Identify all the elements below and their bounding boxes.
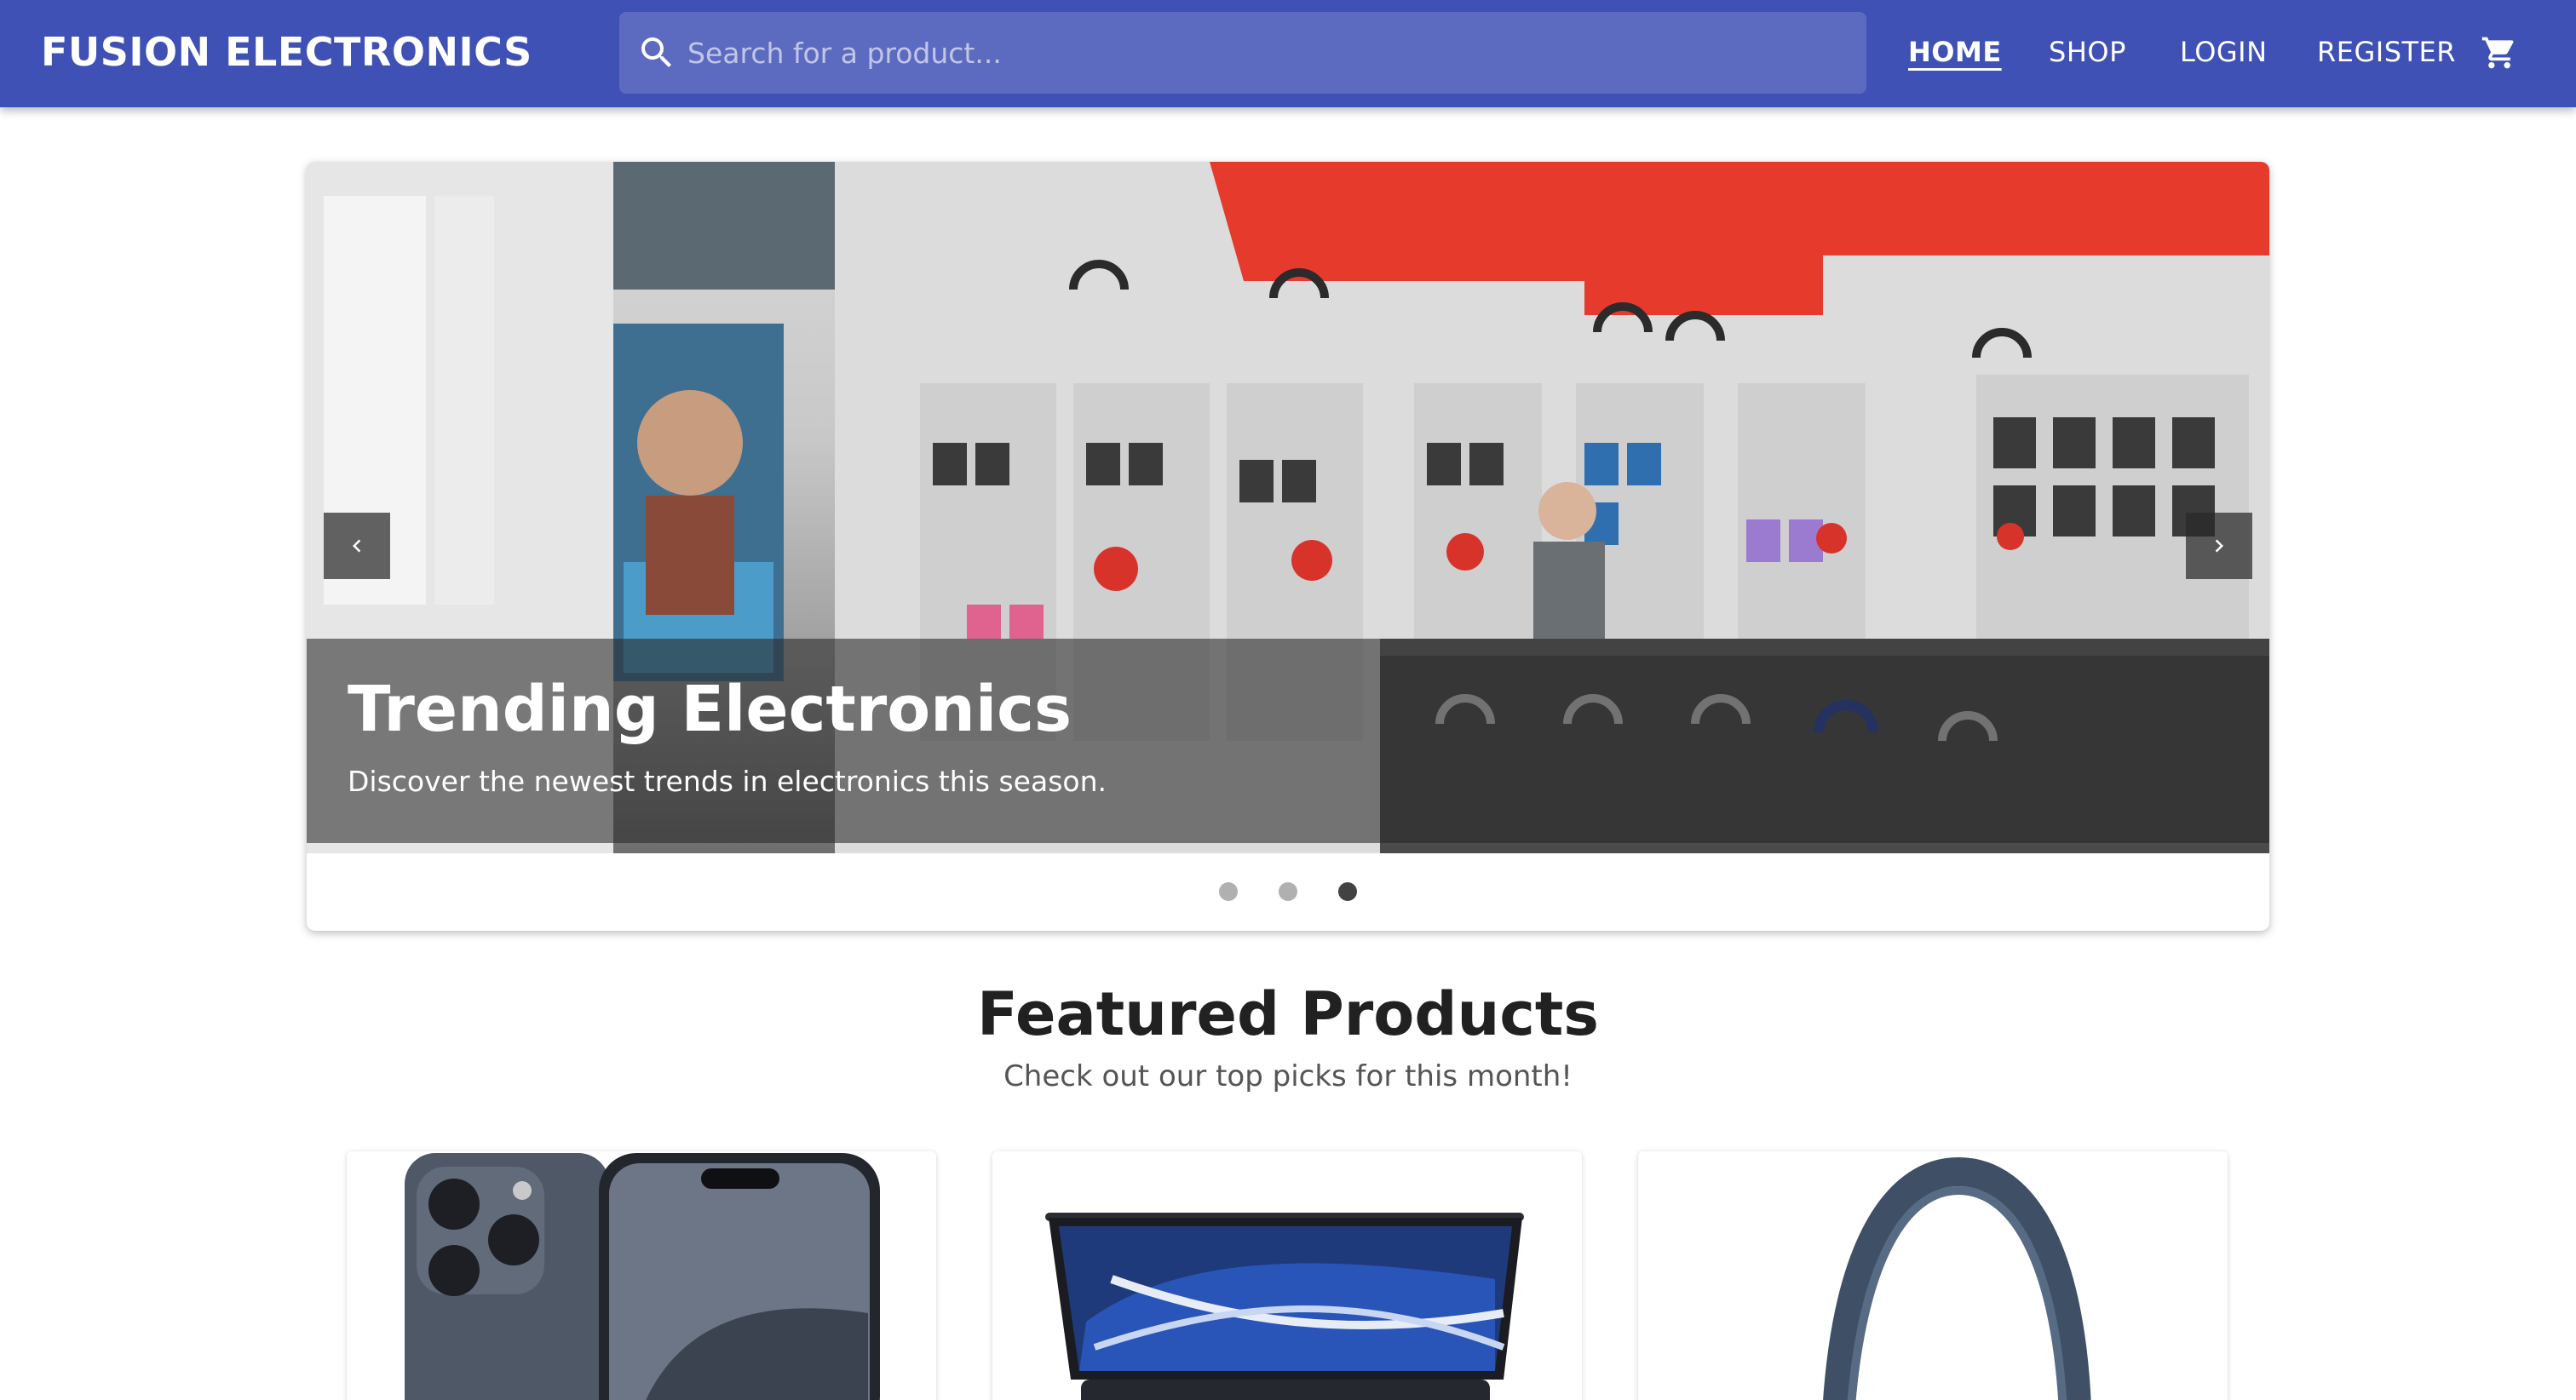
slide-description: Discover the newest trends in electronic… — [348, 765, 1107, 798]
nav-register-link[interactable]: REGISTER — [2317, 0, 2456, 104]
carousel-slide: Trending Electronics Discover the newest… — [307, 162, 2269, 853]
search-bar[interactable] — [619, 12, 1866, 94]
nav-login-link[interactable]: LOGIN — [2180, 0, 2268, 104]
hero-carousel: Trending Electronics Discover the newest… — [307, 162, 2269, 931]
carousel-indicators — [307, 853, 2269, 931]
headphones-product-image — [1823, 1156, 2091, 1400]
search-input[interactable] — [687, 12, 1846, 94]
carousel-next-button[interactable] — [2186, 513, 2252, 579]
carousel-dot-1[interactable] — [1219, 882, 1238, 901]
featured-subtitle: Check out our top picks for this month! — [1003, 1059, 1573, 1093]
carousel-prev-button[interactable] — [324, 513, 390, 579]
chevron-left-icon — [353, 539, 361, 553]
product-card-headphones[interactable] — [1638, 1151, 2228, 1400]
slide-title: Trending Electronics — [348, 673, 1072, 746]
carousel-dot-3[interactable] — [1338, 882, 1357, 901]
carousel-dot-2[interactable] — [1279, 882, 1297, 901]
slide-caption: Trending Electronics Discover the newest… — [307, 639, 2269, 843]
featured-title: Featured Products — [977, 979, 1599, 1049]
nav-shop-link[interactable]: SHOP — [2049, 0, 2126, 104]
product-card-laptop[interactable] — [992, 1151, 1582, 1400]
smartphone-product-image — [405, 1153, 880, 1400]
brand-logo[interactable]: FUSION ELECTRONICS — [41, 0, 532, 104]
cart-icon[interactable] — [2481, 34, 2518, 72]
laptop-product-image — [1045, 1213, 1524, 1400]
product-card-phone[interactable] — [347, 1151, 936, 1400]
top-navbar: FUSION ELECTRONICS HOME SHOP LOGIN REGIS… — [0, 0, 2576, 107]
chevron-right-icon — [2215, 539, 2223, 553]
search-icon — [641, 37, 671, 67]
nav-home-link[interactable]: HOME — [1908, 0, 2002, 104]
